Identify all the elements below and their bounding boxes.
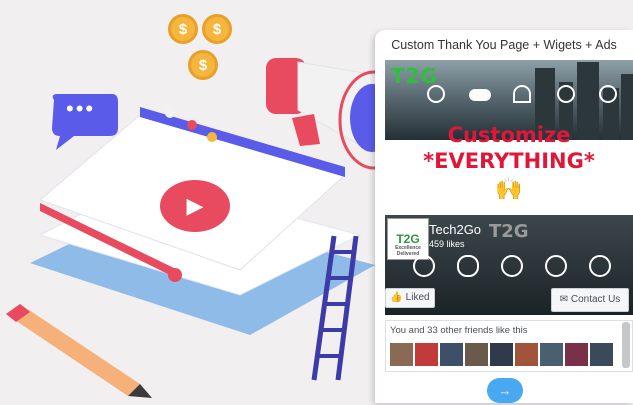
- next-arrow-button[interactable]: →: [487, 378, 523, 403]
- scrollbar[interactable]: [622, 322, 630, 368]
- raising-hands-emoji: 🙌: [495, 176, 523, 201]
- contact-us-button[interactable]: ✉ Contact Us: [551, 288, 629, 312]
- headline: Customize *EVERYTHING*: [385, 122, 633, 175]
- cloud-icon: [457, 255, 479, 277]
- avatar[interactable]: [565, 343, 588, 366]
- wifi-icon: [501, 255, 523, 277]
- thank-you-page-panel: Custom Thank You Page + Wigets + Ads T2G…: [375, 30, 633, 403]
- page-name[interactable]: Tech2Go: [429, 222, 481, 237]
- avatar[interactable]: [390, 343, 413, 366]
- coin-icon: $: [188, 50, 218, 80]
- marketing-illustration: $ $ $ ••• ▶: [0, 0, 410, 403]
- avatar[interactable]: [415, 343, 438, 366]
- avatar[interactable]: [590, 343, 613, 366]
- page-logo-text: T2G: [396, 232, 420, 246]
- friends-like-text: You and 33 other friends like this: [390, 325, 528, 336]
- avatar[interactable]: [465, 343, 488, 366]
- lock-icon: [413, 255, 435, 277]
- cloud-icon: [469, 89, 491, 101]
- headline-line2: *EVERYTHING*: [423, 149, 595, 174]
- headline-line1: Customize: [447, 123, 571, 147]
- avatar[interactable]: [515, 343, 538, 366]
- avatar[interactable]: [540, 343, 563, 366]
- pencil-icon: [0, 300, 160, 400]
- play-button-icon: ▶: [160, 180, 230, 232]
- coin-icon: $: [202, 14, 232, 44]
- globe-icon: [557, 85, 575, 103]
- ladder-icon: [300, 232, 360, 382]
- panel-title: Custom Thank You Page + Wigets + Ads: [391, 38, 617, 52]
- play-icon: [589, 255, 611, 277]
- wifi-icon: [513, 85, 531, 103]
- contact-label: Contact Us: [570, 294, 621, 305]
- lock-icon: [427, 85, 445, 103]
- envelope-icon: ✉: [559, 294, 571, 305]
- liked-label: Liked: [405, 292, 430, 303]
- page-likes: 459 likes: [429, 239, 465, 249]
- play-icon: [599, 85, 617, 103]
- globe-icon: [545, 255, 567, 277]
- liked-button[interactable]: 👍 Liked: [385, 288, 435, 308]
- friends-like-box: You and 33 other friends like this: [385, 320, 633, 372]
- coin-icon: $: [168, 14, 198, 44]
- avatar[interactable]: [490, 343, 513, 366]
- page-logo[interactable]: T2G Excellence Delivered: [387, 218, 429, 260]
- like-thumb-icon: 👍: [390, 292, 406, 303]
- overlay-logo: T2G: [489, 221, 529, 242]
- banner-icon-row: [427, 85, 627, 107]
- avatar[interactable]: [440, 343, 463, 366]
